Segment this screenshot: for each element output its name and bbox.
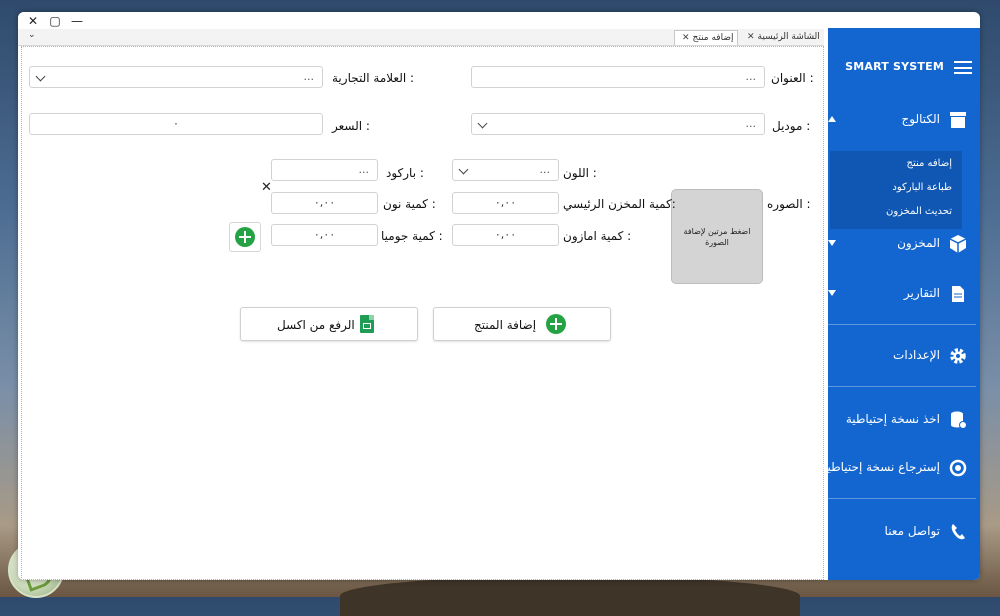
- document-icon: [952, 286, 964, 302]
- brand-select[interactable]: ...: [29, 66, 323, 88]
- color-select[interactable]: ...: [452, 159, 559, 181]
- tab-bar: ⌄ ✕ الشاشة الرئيسية ✕ إضافه منتج: [18, 29, 824, 46]
- title-input[interactable]: ...: [471, 66, 765, 88]
- tab-home[interactable]: ✕ الشاشة الرئيسية: [744, 30, 820, 44]
- main-qty-value: ٠,٠٠: [494, 196, 517, 209]
- noon-qty-value: ٠,٠٠: [313, 196, 336, 209]
- sidebar-item-reports[interactable]: التقارير: [828, 280, 974, 308]
- image-dropzone[interactable]: اضغط مرتين لإضافة الصورة: [671, 189, 763, 284]
- add-product-form: العنوان : ... العلامة التجارية : ... مود…: [21, 46, 824, 580]
- sidebar-item-backup[interactable]: اخذ نسخة إحتياطية: [828, 406, 974, 434]
- hamburger-menu-icon[interactable]: [954, 61, 972, 74]
- tab-home-label: الشاشة الرئيسية: [757, 32, 820, 42]
- sidebar-item-label: الإعدادات: [893, 348, 940, 362]
- caret-down-icon: [828, 290, 836, 296]
- add-channel-button[interactable]: [229, 222, 261, 252]
- image-hint-text: اضغط مرتين لإضافة الصورة: [683, 227, 751, 247]
- sidebar: SMART SYSTEM الكتالوج إضافه منتج طباعة ا…: [821, 28, 980, 580]
- sidebar-item-label: اخذ نسخة إحتياطية: [845, 412, 940, 426]
- brand-placeholder: ...: [303, 70, 315, 83]
- noon-qty-label: كمية نون :: [383, 197, 436, 211]
- caret-up-icon: [828, 116, 836, 122]
- phone-icon: [951, 524, 965, 540]
- brand-title: SMART SYSTEM: [845, 60, 944, 73]
- plus-circle-icon: [546, 314, 566, 334]
- chevron-down-icon: [458, 164, 469, 175]
- tab-add-product[interactable]: ✕ إضافه منتج: [674, 30, 739, 45]
- sidebar-divider: [828, 386, 976, 387]
- model-select[interactable]: ...: [471, 113, 765, 135]
- jumia-qty-label: كمية جوميا :: [381, 229, 443, 243]
- sidebar-item-contact[interactable]: تواصل معنا: [828, 518, 974, 546]
- minimize-window-button[interactable]: —: [70, 14, 84, 28]
- amazon-qty-input[interactable]: ٠,٠٠: [452, 224, 559, 246]
- catalog-submenu: إضافه منتج طباعة الباركود تحديث المخزون: [830, 151, 962, 229]
- box-icon: [950, 112, 966, 128]
- main-qty-label: كمية المخزن الرئيسي:: [563, 197, 676, 211]
- database-icon: [951, 411, 967, 429]
- price-input[interactable]: ٠: [29, 113, 323, 135]
- title-label: العنوان :: [771, 71, 814, 85]
- chevron-down-icon: [477, 118, 488, 129]
- submenu-item-add-product[interactable]: إضافه منتج: [907, 158, 952, 169]
- barcode-placeholder: ...: [358, 163, 370, 176]
- color-placeholder: ...: [539, 163, 551, 176]
- sidebar-item-inventory[interactable]: المخزون: [828, 230, 974, 258]
- close-window-button[interactable]: ✕: [26, 14, 40, 28]
- jumia-qty-input[interactable]: ٠,٠٠: [271, 224, 378, 246]
- tab-dropdown-icon[interactable]: ⌄: [28, 30, 36, 40]
- jumia-qty-value: ٠,٠٠: [313, 228, 336, 241]
- title-bar: ✕ ▢ —: [18, 12, 824, 30]
- add-product-button[interactable]: إضافة المنتج: [433, 307, 611, 341]
- price-value: ٠: [173, 117, 179, 130]
- maximize-window-button[interactable]: ▢: [48, 14, 62, 28]
- amazon-qty-value: ٠,٠٠: [494, 228, 517, 241]
- excel-sheet-icon: [360, 315, 374, 333]
- main-qty-input[interactable]: ٠,٠٠: [452, 192, 559, 214]
- sidebar-item-label: إسترجاع نسخة إحتياطية: [821, 460, 940, 474]
- color-label: اللون :: [563, 166, 597, 180]
- restore-icon: [949, 459, 967, 477]
- brand-cube-logo-icon: [886, 578, 920, 580]
- desktop-hill: [340, 576, 800, 616]
- add-product-label: إضافة المنتج: [474, 318, 537, 332]
- model-placeholder: ...: [745, 117, 757, 130]
- submenu-item-update-inventory[interactable]: تحديث المخزون: [886, 206, 952, 217]
- sidebar-item-settings[interactable]: الإعدادات: [828, 342, 974, 370]
- barcode-label: باركود :: [386, 166, 424, 180]
- sidebar-item-label: تواصل معنا: [884, 524, 940, 538]
- plus-circle-icon: [235, 227, 255, 247]
- upload-excel-button[interactable]: الرفع من اكسل: [240, 307, 418, 341]
- sidebar-item-label: المخزون: [897, 236, 940, 250]
- sidebar-item-label: الكتالوج: [901, 112, 941, 126]
- cube-icon: [949, 235, 967, 253]
- title-placeholder: ...: [745, 70, 757, 83]
- sidebar-item-restore[interactable]: إسترجاع نسخة إحتياطية: [821, 454, 974, 482]
- amazon-qty-label: كمية امازون :: [563, 229, 632, 243]
- app-window: ✕ ▢ — ⌄ ✕ الشاشة الرئيسية ✕ إضافه منتج الع…: [18, 12, 980, 580]
- price-label: السعر :: [332, 119, 370, 133]
- gear-icon: [950, 348, 966, 364]
- caret-down-icon: [828, 240, 836, 246]
- sidebar-item-label: التقارير: [903, 286, 940, 300]
- sidebar-divider: [828, 498, 976, 499]
- model-label: موديل :: [772, 119, 811, 133]
- sidebar-item-catalog[interactable]: الكتالوج: [828, 106, 974, 134]
- image-label: الصوره :: [767, 197, 811, 211]
- submenu-item-print-barcode[interactable]: طباعة الباركود: [892, 182, 952, 193]
- sidebar-divider: [828, 324, 976, 325]
- tab-add-product-label: إضافه منتج: [692, 33, 734, 43]
- brand-label: العلامة التجارية :: [332, 71, 415, 85]
- barcode-input[interactable]: ...: [271, 159, 378, 181]
- tab-home-close-icon[interactable]: ✕: [747, 32, 755, 42]
- tab-add-product-close-icon[interactable]: ✕: [682, 33, 690, 43]
- clear-close-icon[interactable]: ✕: [261, 180, 272, 195]
- chevron-down-icon: [35, 71, 46, 82]
- noon-qty-input[interactable]: ٠,٠٠: [271, 192, 378, 214]
- upload-excel-label: الرفع من اكسل: [277, 318, 355, 332]
